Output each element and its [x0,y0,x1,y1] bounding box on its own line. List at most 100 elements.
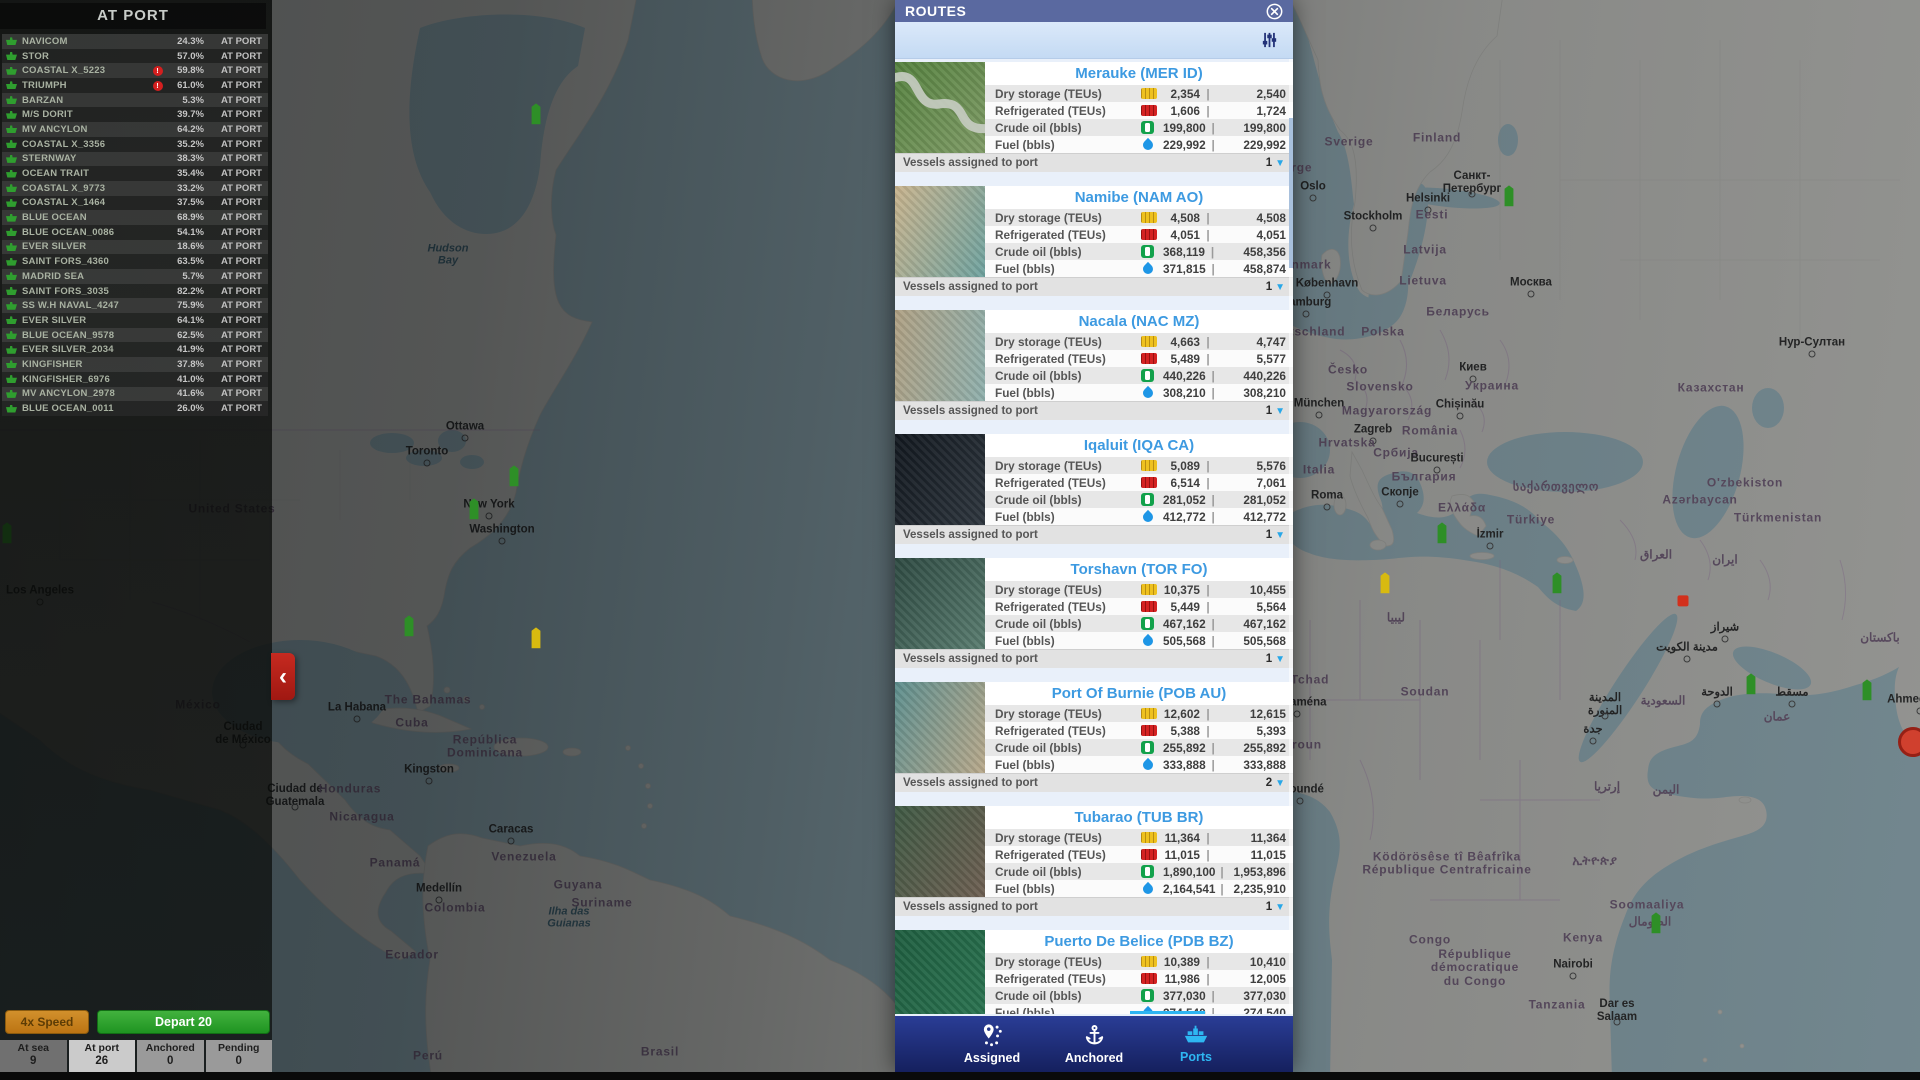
tab-ports[interactable]: Ports [1160,1024,1232,1064]
dry-icon [1141,584,1163,595]
vessel-row[interactable]: EVER SILVER 18.6% AT PORT [2,239,268,255]
vessel-marker-ship-yellow[interactable] [531,627,541,649]
vessel-row[interactable]: STERNWAY 38.3% AT PORT [2,151,268,167]
vessel-marker-ship-green[interactable] [1651,912,1661,934]
port-name[interactable]: Port Of Burnie (POB AU) [985,682,1293,705]
vessel-marker-red-circle[interactable] [1898,727,1920,757]
vessels-assigned-row[interactable]: Vessels assigned to port 1 ▼ [895,649,1293,668]
vessel-row[interactable]: COASTAL X_3356 35.2% AT PORT [2,136,268,152]
status-tab-at-sea[interactable]: At sea 9 [0,1040,67,1072]
status-tab-anchored[interactable]: Anchored 0 [137,1040,204,1072]
vessel-marker-ship-green[interactable] [404,615,414,637]
port-name[interactable]: Tubarao (TUB BR) [985,806,1293,829]
vessel-row[interactable]: NAVICOM 24.3% AT PORT [2,34,268,49]
dry-glyph [1141,212,1157,223]
vessel-marker-ship-green[interactable] [469,498,479,520]
vessel-marker-ship-green[interactable] [1862,679,1872,701]
stored-amount: 12,602 [1163,706,1200,721]
vessel-row[interactable]: TRIUMPH! 61.0% AT PORT [2,78,268,93]
stored-amount: 368,119 [1163,244,1205,259]
vessels-assigned-row[interactable]: Vessels assigned to port 1 ▼ [895,897,1293,916]
vessel-row[interactable]: MV ANCYLON_2978 41.6% AT PORT [2,386,268,402]
vessels-assigned-row[interactable]: Vessels assigned to port 1 ▼ [895,525,1293,544]
port-satellite-thumbnail[interactable] [895,930,985,1016]
vessel-row[interactable]: SAINT FORS_3035 82.2% AT PORT [2,283,268,299]
storage-label: Fuel (bbls) [995,757,1055,772]
vessel-row[interactable]: COASTAL X_1464 37.5% AT PORT [2,195,268,211]
vessel-row[interactable]: KINGFISHER 37.8% AT PORT [2,357,268,372]
port-name[interactable]: Namibe (NAM AO) [985,186,1293,209]
vessel-row[interactable]: COASTAL X_5223! 59.8% AT PORT [2,63,268,79]
vessel-row[interactable]: BLUE OCEAN_0086 54.1% AT PORT [2,224,268,240]
capacity-amount: 458,356 [1243,244,1286,259]
panel-scrollbar-track[interactable] [1289,59,1293,1015]
vessel-marker-ship-green[interactable] [509,465,519,487]
port-name[interactable]: Torshavn (TOR FO) [985,558,1293,581]
ship-icon [1183,1024,1209,1049]
vessels-assigned-row[interactable]: Vessels assigned to port 1 ▼ [895,277,1293,296]
close-icon[interactable] [1266,3,1283,20]
port-card: Torshavn (TOR FO) Dry storage (TEUs) 10,37… [895,558,1293,668]
vessel-row[interactable]: SS W.H NAVAL_4247 75.9% AT PORT [2,298,268,314]
vessels-assigned-row[interactable]: Vessels assigned to port 1 ▼ [895,401,1293,420]
vessel-marker-ship-green[interactable] [1437,522,1447,544]
vessels-assigned-label: Vessels assigned to port [903,653,1038,665]
port-name[interactable]: Puerto De Belice (PDB BZ) [985,930,1293,953]
depart-button[interactable]: Depart 20 [97,1010,270,1034]
vessel-row[interactable]: STOR 57.0% AT PORT [2,48,268,64]
vessel-marker-ship-yellow[interactable] [1380,572,1390,594]
vessel-row[interactable]: COASTAL X_9773 33.2% AT PORT [2,180,268,196]
status-tab-pending[interactable]: Pending 0 [205,1040,272,1072]
value-separator: | [1211,757,1215,772]
port-name[interactable]: Merauke (MER ID) [985,62,1293,85]
vessel-row[interactable]: SAINT FORS_4360 63.5% AT PORT [2,254,268,269]
vessel-row[interactable]: OCEAN TRAIT 35.4% AT PORT [2,166,268,181]
tab-assigned[interactable]: Assigned [956,1023,1028,1065]
port-satellite-thumbnail[interactable] [895,682,985,773]
vessel-row[interactable]: EVER SILVER_2034 41.9% AT PORT [2,342,268,358]
port-name[interactable]: Iqaluit (IQA CA) [985,434,1293,457]
vessel-row[interactable]: EVER SILVER 64.1% AT PORT [2,313,268,328]
status-tab-at-port[interactable]: At port 26 [68,1040,135,1072]
vessel-marker-ship-green[interactable] [531,103,541,125]
vessel-marker-red-dot[interactable] [1677,595,1689,607]
expand-triangle-icon: ▼ [1275,777,1285,789]
vessel-row[interactable]: KINGFISHER_6976 41.0% AT PORT [2,371,268,387]
vessel-row[interactable]: MV ANCYLON 64.2% AT PORT [2,122,268,137]
port-satellite-thumbnail[interactable] [895,434,985,525]
vessel-row[interactable]: BARZAN 5.3% AT PORT [2,92,268,108]
vessels-assigned-count: 1 ▼ [1265,529,1285,541]
vessel-marker-ship-green[interactable] [1504,185,1514,207]
crude-icon [1141,369,1163,382]
vessel-row[interactable]: M/S DORIT 39.7% AT PORT [2,107,268,123]
vessel-row[interactable]: MADRID SEA 5.7% AT PORT [2,269,268,284]
stored-amount: 377,030 [1163,988,1206,1003]
capacity-amount: 505,568 [1243,633,1286,648]
port-name[interactable]: Nacala (NAC MZ) [985,310,1293,333]
vessel-marker-ship-green[interactable] [1552,572,1562,594]
sidebar-collapse-button[interactable]: ‹ [271,653,295,700]
fuel-glyph [1140,261,1156,276]
port-satellite-thumbnail[interactable] [895,558,985,649]
port-satellite-thumbnail[interactable] [895,186,985,277]
port-satellite-thumbnail[interactable] [895,310,985,401]
speed-button[interactable]: 4x Speed [5,1010,89,1034]
vessel-row[interactable]: BLUE OCEAN_0011 26.0% AT PORT [2,401,268,416]
stored-amount: 2,354 [1170,86,1200,101]
port-satellite-thumbnail[interactable] [895,62,992,153]
crude-icon [1141,865,1163,878]
vessels-assigned-row[interactable]: Vessels assigned to port 1 ▼ [895,153,1293,172]
port-satellite-thumbnail[interactable] [895,806,985,897]
value-separator: | [1206,830,1210,845]
vessels-assigned-label: Vessels assigned to port [903,405,1038,417]
stored-amount: 333,888 [1163,757,1206,772]
filter-sliders-icon[interactable] [1260,32,1279,48]
vessel-load-percent: 54.1% [177,226,204,238]
tab-anchored[interactable]: Anchored [1058,1024,1130,1065]
panel-scrollbar-thumb[interactable] [1289,118,1293,268]
vessel-row[interactable]: BLUE OCEAN_9578 62.5% AT PORT [2,327,268,343]
vessel-marker-ship-green[interactable] [1746,673,1756,695]
vessels-assigned-row[interactable]: Vessels assigned to port 2 ▼ [895,773,1293,792]
vessel-row[interactable]: BLUE OCEAN 68.9% AT PORT [2,210,268,225]
vessels-assigned-label: Vessels assigned to port [903,281,1038,293]
